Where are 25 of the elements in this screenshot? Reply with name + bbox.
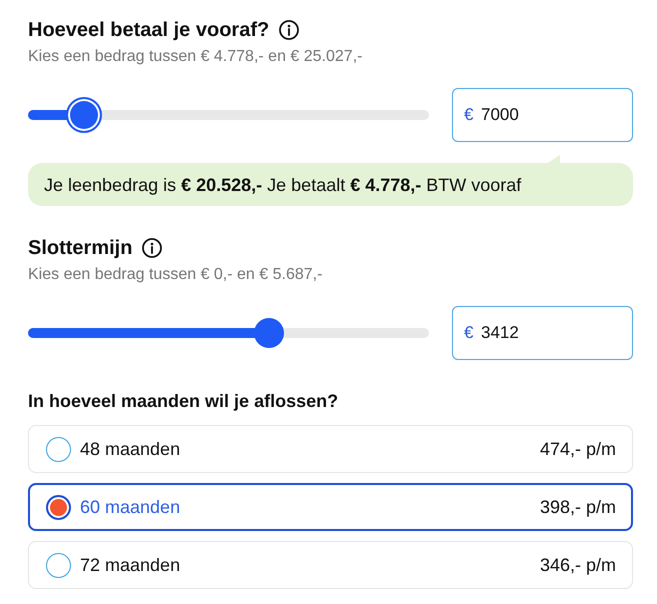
monthly-price: 398,- p/m bbox=[540, 496, 616, 518]
info-icon[interactable] bbox=[142, 238, 162, 258]
radio-button[interactable] bbox=[46, 494, 71, 520]
radio-button[interactable] bbox=[46, 436, 71, 462]
section-title: Hoeveel betaal je vooraf? bbox=[28, 18, 270, 42]
term-option[interactable]: 60 maanden 398,- p/m bbox=[28, 483, 633, 531]
option-label: 48 maanden bbox=[80, 438, 180, 460]
loan-summary-text: Je leenbedrag is € 20.528,- Je betaalt € 4.778,- BTW vooraf bbox=[44, 174, 522, 196]
slider-thumb[interactable] bbox=[66, 97, 102, 133]
info-icon[interactable] bbox=[279, 20, 300, 40]
option-label: 60 maanden bbox=[80, 496, 180, 518]
section-title: Slottermijn bbox=[28, 236, 132, 260]
monthly-price: 346,- p/m bbox=[540, 554, 616, 576]
term-option[interactable]: 48 maanden 474,- p/m bbox=[28, 425, 633, 473]
range-hint: Kies een bedrag tussen € 0,- en € 5.687,- bbox=[28, 265, 322, 285]
radio-button[interactable] bbox=[46, 552, 71, 578]
currency-symbol: € bbox=[464, 105, 474, 125]
term-option[interactable]: 72 maanden 346,- p/m bbox=[28, 541, 633, 589]
slider-track[interactable] bbox=[28, 97, 429, 133]
question-text: In hoeveel maanden wil je aflossen? bbox=[28, 390, 338, 412]
monthly-price: 474,- p/m bbox=[540, 438, 616, 460]
option-label: 72 maanden bbox=[80, 554, 180, 576]
slider-thumb[interactable] bbox=[254, 318, 284, 348]
range-hint: Kies een bedrag tussen € 4.778,- en € 25.027,- bbox=[28, 47, 362, 67]
currency-symbol: € bbox=[464, 323, 474, 343]
